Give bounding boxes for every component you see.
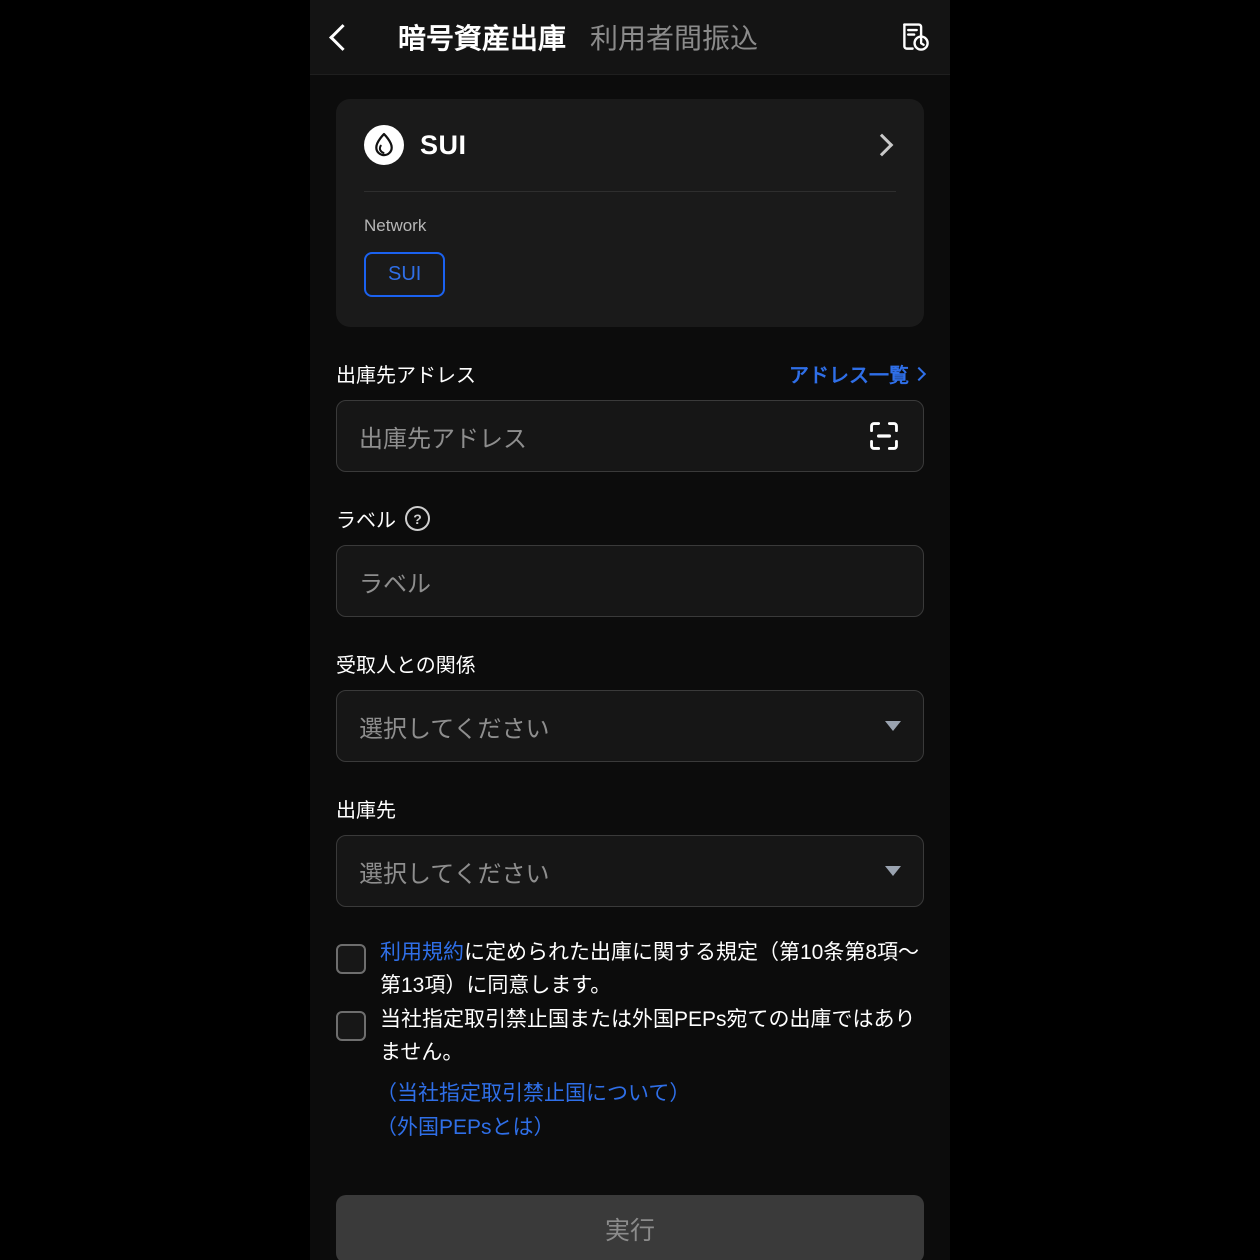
asset-symbol: SUI	[420, 129, 467, 160]
network-chip-sui[interactable]: SUI	[364, 252, 446, 297]
question-circle-icon[interactable]: ?	[405, 506, 430, 531]
agreement-checkbox-sanctions[interactable]	[336, 1011, 366, 1042]
agreement-sanctions-block: 当社指定取引禁止国または外国PEPs宛ての出庫ではありません。	[380, 1004, 924, 1069]
document-clock-icon	[903, 23, 929, 51]
address-book-link[interactable]: アドレス一覧	[789, 359, 927, 388]
chevron-right-icon[interactable]	[870, 133, 894, 157]
submit-footer: 実行	[310, 1177, 950, 1260]
label-input[interactable]: ラベル	[336, 545, 924, 617]
prohibited-countries-link[interactable]: （当社指定取引禁止国について）	[376, 1077, 924, 1111]
relation-select-value: 選択してください	[359, 715, 550, 743]
submit-button[interactable]: 実行	[336, 1195, 924, 1260]
address-input-placeholder: 出庫先アドレス	[359, 425, 527, 453]
screenshot-root: 暗号資産出庫 利用者間振込 SUI Network SUI 出庫先アドレス アド…	[0, 0, 1260, 1260]
sui-drop-icon	[364, 125, 404, 165]
destination-field-header: 出庫先	[336, 794, 924, 823]
address-label: 出庫先アドレス	[336, 365, 476, 387]
label-input-placeholder: ラベル	[359, 570, 431, 598]
address-field-group: 出庫先アドレス アドレス一覧 出庫先アドレス	[336, 359, 927, 472]
transaction-history-button[interactable]	[880, 0, 950, 74]
agreement-sub-links: （当社指定取引禁止国について） （外国PEPsとは）	[376, 1077, 924, 1144]
label-field-label: ラベル ?	[336, 504, 430, 533]
qr-scan-icon	[870, 422, 898, 450]
relation-field-header: 受取人との関係	[336, 649, 924, 678]
card-divider	[364, 191, 896, 192]
relation-select[interactable]: 選択してください	[336, 690, 924, 762]
tab-user-transfer[interactable]: 利用者間振込	[590, 17, 758, 57]
back-button[interactable]	[310, 0, 370, 74]
agreement-text-terms: 利用規約に定められた出庫に関する規定（第10条第8項〜第13項）に同意します。	[380, 937, 924, 1002]
withdrawal-form: 出庫先アドレス アドレス一覧 出庫先アドレス ラベル ? ラベル 受取人との関係…	[310, 359, 950, 907]
network-label: Network	[364, 216, 427, 235]
agreement-row-sanctions: 当社指定取引禁止国または外国PEPs宛ての出庫ではありません。	[336, 1004, 924, 1069]
chevron-down-icon	[885, 721, 901, 731]
phone-viewport: 暗号資産出庫 利用者間振込 SUI Network SUI 出庫先アドレス アド…	[310, 0, 950, 1260]
app-header: 暗号資産出庫 利用者間振込	[310, 0, 950, 75]
address-field-header: 出庫先アドレス アドレス一覧	[336, 359, 927, 388]
tab-crypto-withdrawal[interactable]: 暗号資産出庫	[398, 17, 566, 57]
chevron-right-icon	[911, 366, 927, 381]
header-tabs: 暗号資産出庫 利用者間振込	[370, 17, 880, 57]
foreign-peps-link[interactable]: （外国PEPsとは）	[376, 1111, 924, 1145]
label-field-group: ラベル ? ラベル	[336, 504, 924, 617]
agreement-checkbox-terms[interactable]	[336, 944, 366, 974]
chevron-left-icon	[329, 23, 356, 51]
destination-label: 出庫先	[336, 800, 396, 822]
asset-card-header: SUI	[364, 125, 896, 165]
agreement-row-terms: 利用規約に定められた出庫に関する規定（第10条第8項〜第13項）に同意します。	[336, 937, 924, 1002]
form-scroll-area: SUI Network SUI 出庫先アドレス アドレス一覧 出庫先アドレス ラ…	[310, 99, 950, 1260]
agreement-text-sanctions: 当社指定取引禁止国または外国PEPs宛ての出庫ではありません。	[380, 1008, 916, 1064]
address-input[interactable]: 出庫先アドレス	[336, 400, 924, 472]
destination-field-group: 出庫先 選択してください	[336, 794, 924, 907]
relation-field-group: 受取人との関係 選択してください	[336, 649, 924, 762]
destination-select[interactable]: 選択してください	[336, 835, 924, 907]
terms-of-use-link[interactable]: 利用規約	[380, 941, 464, 964]
chevron-down-icon	[885, 866, 901, 876]
destination-select-value: 選択してください	[359, 860, 550, 888]
qr-scan-button[interactable]	[867, 419, 901, 453]
label-field-text: ラベル	[336, 510, 396, 532]
relation-label: 受取人との関係	[336, 655, 476, 677]
asset-card[interactable]: SUI Network SUI	[336, 99, 924, 327]
label-field-header: ラベル ?	[336, 504, 924, 533]
agreements-section: 利用規約に定められた出庫に関する規定（第10条第8項〜第13項）に同意します。 …	[310, 937, 950, 1144]
address-book-link-label: アドレス一覧	[789, 365, 909, 387]
